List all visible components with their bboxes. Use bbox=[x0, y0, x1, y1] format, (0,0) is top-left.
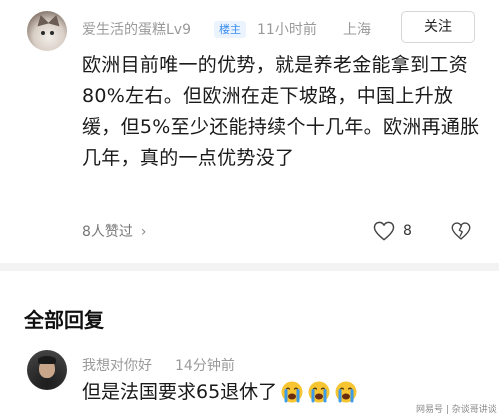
comment-author-name[interactable]: 爱生活的蛋糕Lv9 bbox=[82, 19, 191, 39]
avatar[interactable] bbox=[27, 11, 67, 51]
crying-face-icon bbox=[281, 381, 303, 403]
avatar-hair bbox=[38, 356, 56, 364]
heart-icon bbox=[373, 221, 395, 241]
comment-timestamp: 11小时前 bbox=[257, 22, 317, 38]
like-count: 8 bbox=[403, 223, 412, 239]
likers-link[interactable]: 8人赞过 › bbox=[82, 221, 147, 241]
cat-eye-right bbox=[50, 31, 54, 35]
reply-timestamp: 14分钟前 bbox=[175, 358, 235, 374]
chevron-right-icon: › bbox=[140, 224, 147, 240]
reply-avatar[interactable] bbox=[27, 350, 67, 390]
reply-text: 但是法国要求65退休了 bbox=[82, 381, 278, 403]
comment-location: 上海 bbox=[343, 22, 371, 38]
cat-ear-left bbox=[34, 13, 50, 27]
section-divider bbox=[0, 263, 499, 271]
cat-ear-right bbox=[47, 13, 63, 27]
likers-label: 8人赞过 bbox=[82, 224, 133, 240]
op-badge: 楼主 bbox=[214, 21, 246, 38]
comment-body: 欧洲目前唯一的优势，就是养老金能拿到工资80%左右。但欧洲在走下坡路，中国上升放… bbox=[82, 54, 480, 169]
like-button[interactable]: 8 bbox=[373, 220, 412, 242]
broken-heart-icon[interactable] bbox=[451, 221, 471, 241]
crying-face-icon bbox=[335, 381, 357, 403]
replies-heading: 全部回复 bbox=[24, 308, 104, 332]
reply-author-name[interactable]: 我想对你好 bbox=[82, 355, 152, 375]
watermark: 网易号 | 杂谈哥讲谈 bbox=[416, 402, 497, 415]
follow-button[interactable]: 关注 bbox=[401, 11, 475, 43]
crying-face-icon bbox=[308, 381, 330, 403]
reply-body: 但是法国要求65退休了 bbox=[82, 379, 358, 405]
cat-eye-left bbox=[41, 31, 45, 35]
